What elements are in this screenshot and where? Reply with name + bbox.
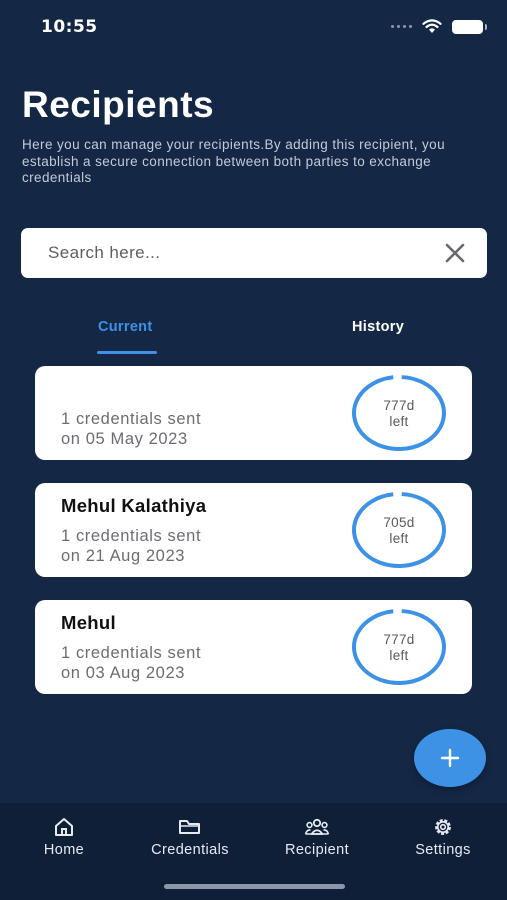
sent-date: on 21 Aug 2023 (61, 546, 186, 565)
active-tab-indicator (97, 351, 157, 354)
recipient-name: Mehul (61, 612, 116, 633)
credentials-sent-count: 1 credentials sent (61, 410, 202, 428)
wifi-icon (422, 19, 442, 33)
days-left-value: 777d (383, 398, 415, 413)
folder-icon (179, 820, 200, 834)
recipient-card[interactable]: 1 credentials sent on 05 May 2023 777d l… (35, 366, 472, 460)
nav-credentials-label: Credentials (151, 842, 229, 858)
nav-credentials[interactable]: Credentials (135, 817, 245, 858)
days-left-suffix: left (389, 648, 409, 663)
recipient-sent-info: 1 credentials sent on 03 Aug 2023 (61, 644, 201, 683)
status-time: 10:55 (41, 17, 98, 37)
days-left-ring: 705d left (351, 491, 447, 569)
nav-settings[interactable]: Settings (388, 817, 498, 858)
close-icon (445, 243, 465, 263)
status-bar: 10:55 (0, 0, 507, 54)
days-left-value: 705d (383, 515, 415, 530)
days-left-ring: 777d left (351, 608, 447, 686)
search-input[interactable] (48, 243, 428, 263)
page-title: Recipients (22, 84, 215, 125)
add-recipient-button[interactable] (414, 729, 486, 787)
recipient-card[interactable]: Mehul 1 credentials sent on 03 Aug 2023 … (35, 600, 472, 694)
recipient-sent-info: 1 credentials sent on 05 May 2023 (61, 410, 201, 449)
days-left-suffix: left (389, 531, 409, 546)
sent-date: on 03 Aug 2023 (61, 663, 186, 682)
credentials-sent-count: 1 credentials sent (61, 644, 202, 662)
credentials-sent-count: 1 credentials sent (61, 527, 202, 545)
days-left-value: 777d (383, 632, 415, 647)
plus-icon (440, 748, 460, 768)
status-icons (391, 19, 487, 34)
search-bar (21, 228, 487, 278)
recipient-sent-info: 1 credentials sent on 21 Aug 2023 (61, 527, 201, 566)
tab-history[interactable]: History (352, 319, 404, 335)
nav-home-label: Home (43, 842, 85, 858)
days-left-suffix: left (389, 414, 409, 429)
signal-dots-icon (391, 25, 412, 28)
recipient-name: Mehul Kalathiya (61, 495, 207, 516)
battery-icon (452, 19, 487, 34)
nav-recipient-label: Recipient (284, 842, 350, 858)
nav-home[interactable]: Home (9, 817, 119, 858)
group-icon (304, 818, 330, 835)
nav-settings-label: Settings (415, 842, 471, 858)
home-icon (55, 818, 73, 836)
recipient-card[interactable]: Mehul Kalathiya 1 credentials sent on 21… (35, 483, 472, 577)
nav-recipient[interactable]: Recipient (262, 817, 372, 858)
gear-icon (435, 819, 451, 835)
home-indicator (164, 884, 345, 889)
tab-bar: Current History (0, 313, 507, 355)
page-description: Here you can manage your recipients.By a… (22, 137, 445, 185)
clear-search-button[interactable] (443, 241, 467, 265)
tab-current[interactable]: Current (98, 319, 152, 335)
days-left-ring: 777d left (351, 374, 447, 452)
sent-date: on 05 May 2023 (61, 429, 188, 448)
